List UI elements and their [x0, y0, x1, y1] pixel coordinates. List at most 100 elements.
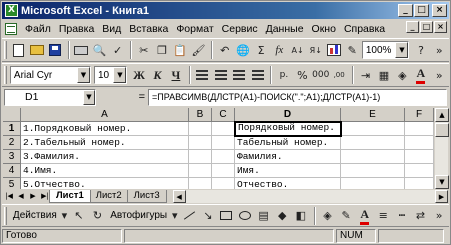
maximize-button[interactable]: □ [414, 4, 429, 17]
vertical-scrollbar[interactable]: ▲ ▼ [434, 108, 449, 189]
cell-d2[interactable]: Табельный номер. [235, 136, 341, 150]
minimize-button[interactable]: _ [398, 4, 413, 17]
horizontal-scrollbar[interactable]: ◀ ▶ [172, 189, 448, 203]
toolbar-grip[interactable] [4, 41, 7, 59]
fill-color-button[interactable]: ◈ [319, 206, 337, 225]
sort-descending-button[interactable]: Я↓ [307, 41, 324, 60]
line-color-button[interactable]: ✎ [337, 206, 355, 225]
bold-button[interactable]: Ж [130, 66, 147, 85]
borders-button[interactable]: ▦ [375, 66, 392, 85]
zoom-select[interactable]: 100% ▼ [361, 41, 410, 59]
cell-c2[interactable] [212, 136, 235, 150]
chart-wizard-button[interactable] [325, 41, 342, 60]
cut-button[interactable]: ✂ [135, 41, 152, 60]
italic-button[interactable]: К [149, 66, 166, 85]
first-sheet-button[interactable]: |◀ [3, 190, 15, 202]
print-button[interactable] [73, 41, 90, 60]
column-header-c[interactable]: C [212, 108, 235, 122]
menu-data[interactable]: Данные [262, 23, 308, 35]
menu-help[interactable]: Справка [340, 23, 389, 35]
chevron-down-icon[interactable]: ▼ [395, 42, 409, 58]
indent-button[interactable]: ⇥ [357, 66, 374, 85]
rotate-button[interactable]: ↻ [89, 206, 107, 225]
align-left-button[interactable] [194, 66, 211, 85]
prev-sheet-button[interactable]: ◀ [15, 190, 27, 202]
row-header[interactable]: 1 [3, 122, 21, 136]
row-header[interactable]: 2 [3, 136, 21, 150]
menu-insert[interactable]: Вставка [125, 23, 172, 35]
cell-e3[interactable] [341, 150, 405, 164]
cell-c4[interactable] [212, 164, 235, 178]
column-header-b[interactable]: B [189, 108, 212, 122]
scroll-left-button[interactable]: ◀ [172, 189, 186, 203]
drawing-button[interactable]: ✎ [344, 41, 361, 60]
line-button[interactable] [180, 206, 198, 225]
chevron-down-icon[interactable]: ▾ [60, 206, 69, 225]
autosum-button[interactable]: Σ [253, 41, 270, 60]
open-button[interactable] [28, 41, 45, 60]
column-header-e[interactable]: E [341, 108, 405, 122]
column-header-d[interactable]: D [235, 108, 341, 122]
actions-menu[interactable]: Действия [10, 210, 60, 221]
cell-d1[interactable]: Порядковый номер. [234, 121, 342, 137]
percent-button[interactable]: % [294, 66, 311, 85]
tab-sheet1[interactable]: Лист1 [49, 189, 91, 203]
column-header-a[interactable]: A [21, 108, 189, 122]
oval-button[interactable] [236, 206, 254, 225]
chevron-down-icon[interactable]: ▼ [113, 67, 127, 83]
name-box[interactable]: D1 ▼ [4, 88, 96, 106]
toolbar-grip[interactable] [4, 66, 7, 84]
paste-button[interactable]: 📋 [172, 41, 189, 60]
workbook-restore-button[interactable]: □ [420, 21, 433, 33]
scroll-right-button[interactable]: ▶ [435, 189, 448, 203]
arrow-button[interactable]: ↘ [199, 206, 217, 225]
toolbar-options-button[interactable]: » [431, 41, 448, 60]
increase-decimal-button[interactable]: ,00 [330, 66, 347, 85]
scroll-down-button[interactable]: ▼ [435, 175, 449, 189]
cell-a1[interactable]: 1.Порядковый номер. [21, 122, 189, 136]
new-button[interactable] [10, 41, 27, 60]
workbook-icon[interactable] [5, 22, 17, 35]
format-painter-button[interactable]: 🖌 [190, 41, 207, 60]
menu-tools[interactable]: Сервис [218, 23, 262, 35]
row-header[interactable]: 4 [3, 164, 21, 178]
align-right-button[interactable] [230, 66, 247, 85]
row-header[interactable]: 3 [3, 150, 21, 164]
formula-input[interactable]: =ПРАВСИМВ(ДЛСТР(A1)-ПОИСК(".";A1);ДЛСТР(… [148, 88, 447, 106]
menu-file[interactable]: Файл [21, 23, 55, 35]
menu-format[interactable]: Формат [172, 23, 217, 35]
cell-e2[interactable] [341, 136, 405, 150]
spelling-button[interactable]: ✓ [109, 41, 126, 60]
font-color-button[interactable]: A [412, 66, 429, 85]
next-sheet-button[interactable]: ▶ [27, 190, 39, 202]
tab-sheet3[interactable]: Лист3 [126, 189, 167, 203]
copy-button[interactable]: ❐ [153, 41, 170, 60]
cell-a3[interactable]: 3.Фамилия. [21, 150, 189, 164]
help-button[interactable]: ? [412, 41, 429, 60]
merge-center-button[interactable] [249, 66, 266, 85]
font-size-select[interactable]: 10 ▼ [93, 66, 128, 84]
select-objects-button[interactable]: ↖ [70, 206, 88, 225]
font-color-button[interactable]: A [356, 206, 374, 225]
tab-sheet2[interactable]: Лист2 [88, 189, 129, 203]
vertical-scroll-thumb[interactable] [435, 123, 449, 137]
cell-c1[interactable] [212, 122, 235, 136]
equals-sign[interactable]: = [96, 91, 148, 103]
cell-f3[interactable] [405, 150, 434, 164]
clipart-button[interactable]: ◧ [292, 206, 310, 225]
close-button[interactable]: × [432, 4, 447, 17]
toolbar-options-button[interactable]: » [430, 206, 448, 225]
cell-e4[interactable] [341, 164, 405, 178]
sort-ascending-button[interactable]: А↓ [289, 41, 306, 60]
cell-a4[interactable]: 4.Имя. [21, 164, 189, 178]
chevron-down-icon[interactable]: ▼ [83, 89, 95, 105]
workbook-minimize-button[interactable]: _ [406, 21, 419, 33]
cell-b2[interactable] [189, 136, 212, 150]
save-button[interactable] [46, 41, 63, 60]
toolbar-options-button[interactable]: » [430, 66, 447, 85]
menu-window[interactable]: Окно [308, 23, 340, 35]
rectangle-button[interactable] [218, 206, 236, 225]
function-button[interactable]: fx [271, 41, 288, 60]
autoshapes-menu[interactable]: Автофигуры [107, 210, 170, 221]
arrow-style-button[interactable]: ⇄ [412, 206, 430, 225]
